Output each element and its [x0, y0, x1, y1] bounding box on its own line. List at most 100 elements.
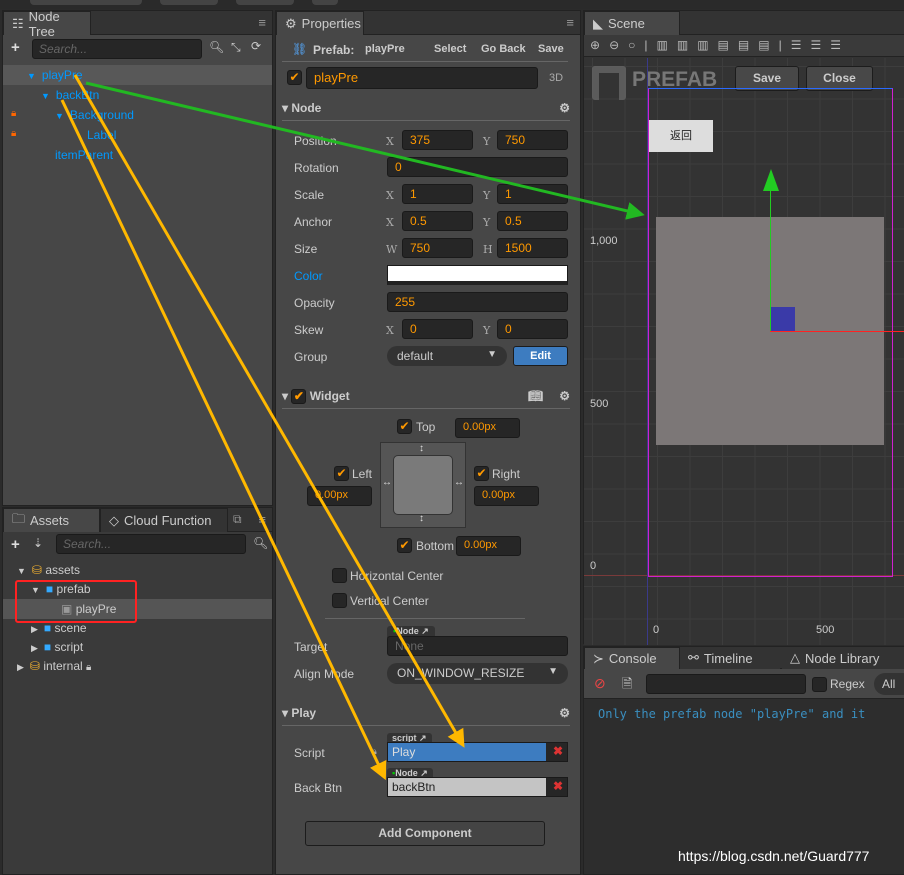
scale-y-input[interactable]: 1 [497, 184, 568, 204]
bottom-input[interactable]: 0.00px [456, 536, 521, 556]
toolbar-button[interactable] [236, 0, 294, 5]
align-top-icon[interactable]: ▥ [657, 38, 677, 52]
search-icon[interactable]: 🔍︎ [253, 536, 268, 550]
asset-search-input[interactable]: Search... [56, 534, 246, 554]
align-bottom-icon[interactable]: ▥ [697, 38, 717, 52]
tab-node-library[interactable]: △ Node Library [782, 647, 904, 669]
tab-assets[interactable]: 🗀 Assets [3, 508, 100, 532]
color-swatch[interactable] [387, 265, 568, 285]
position-x-input[interactable]: 375 [402, 130, 473, 150]
popout-icon[interactable]: ⧉ [233, 512, 242, 527]
anchor-y-input[interactable]: 0.5 [497, 211, 568, 231]
add-node-button[interactable]: + [11, 39, 20, 56]
tab-properties[interactable]: ⚙ Properties [276, 11, 364, 35]
align-left-icon[interactable]: ▤ [718, 38, 738, 52]
collapse-icon[interactable]: ⤡ [231, 40, 241, 55]
align-right-icon[interactable]: ▤ [758, 38, 778, 52]
widget-section-header[interactable]: ▾ ✔ Widget ⚙ 📖︎ [282, 383, 570, 409]
node-name-input[interactable]: playPre [306, 67, 538, 89]
sort-icon[interactable]: ⇣ [33, 536, 43, 550]
tree-item-itemParent[interactable]: itemParent [55, 145, 113, 165]
toolbar-button[interactable] [30, 0, 142, 5]
lock-icon[interactable]: 🔒︎ [11, 108, 16, 119]
asset-item-assets[interactable]: ▼ ⛁ assets [17, 560, 80, 580]
tab-timeline[interactable]: ⚯ Timeline [680, 647, 780, 669]
gizmo-center-handle[interactable] [771, 307, 795, 331]
back-button-node[interactable]: 返回 [649, 120, 713, 152]
target-input[interactable]: None [387, 636, 568, 656]
scene-viewport[interactable]: PREFAB Save Close 返回 1,000 500 0 0 500 [584, 58, 904, 645]
skew-x-input[interactable]: 0 [402, 319, 473, 339]
add-component-button[interactable]: Add Component [305, 821, 545, 846]
toolbar-button[interactable] [312, 0, 338, 5]
bottom-checkbox[interactable]: ✔ [397, 538, 412, 553]
log-level-select[interactable]: All [874, 673, 904, 695]
prefab-select-button[interactable]: Select [434, 43, 466, 55]
panel-menu-icon[interactable]: ≡ [566, 15, 574, 30]
node-active-checkbox[interactable]: ✔ [287, 70, 302, 85]
right-checkbox[interactable]: ✔ [474, 466, 489, 481]
node-search-input[interactable]: Search... [32, 39, 202, 59]
right-input[interactable]: 0.00px [474, 486, 539, 506]
align-mode-select[interactable]: ON_WINDOW_RESIZE ▼ [387, 663, 568, 684]
search-icon[interactable]: 🔍︎ [209, 40, 224, 54]
panel-menu-icon[interactable]: ≡ [258, 512, 266, 527]
asset-item-internal[interactable]: ▶ ⛁ internal 🔒︎ [17, 656, 91, 676]
group-edit-button[interactable]: Edit [513, 346, 568, 366]
group-select[interactable]: default ▼ [387, 346, 507, 366]
panel-menu-icon[interactable]: ≡ [258, 15, 266, 30]
tree-item-background[interactable]: ▼ Background [55, 105, 134, 125]
align-vcenter-icon[interactable]: ▥ [677, 38, 697, 52]
script-field[interactable]: Play ✖ [387, 742, 568, 762]
clear-icon[interactable]: ⊘ [594, 675, 606, 692]
anchor-x-input[interactable]: 0.5 [402, 211, 473, 231]
log-file-icon[interactable]: 🗎︎ [622, 675, 632, 697]
distribute-icon[interactable]: ☰ [830, 38, 850, 52]
widget-enabled-checkbox[interactable]: ✔ [291, 389, 307, 405]
tree-item-playPre[interactable]: ▼ playPre [27, 65, 83, 85]
regex-checkbox[interactable] [812, 677, 827, 692]
top-input[interactable]: 0.00px [455, 418, 520, 438]
remove-icon[interactable]: ✖ [553, 779, 563, 793]
vertical-center-checkbox[interactable] [332, 593, 347, 608]
size-w-input[interactable]: 750 [402, 238, 473, 258]
tab-console[interactable]: ≻ Console [584, 647, 680, 669]
distribute-icon[interactable]: ☰ [791, 38, 811, 52]
tab-cloud-function[interactable]: ◇ Cloud Function [100, 508, 228, 532]
left-checkbox[interactable]: ✔ [334, 466, 349, 481]
scale-label: Scale [294, 188, 325, 202]
prefab-save-button[interactable]: Save [538, 43, 564, 55]
zoom-in-icon[interactable]: ⊕ [590, 38, 609, 52]
refresh-icon[interactable]: ⟳ [251, 39, 261, 53]
left-input[interactable]: 0.00px [307, 486, 372, 506]
prefab-go-back-button[interactable]: Go Back [481, 43, 526, 55]
skew-y-input[interactable]: 0 [497, 319, 568, 339]
opacity-input[interactable]: 255 [387, 292, 568, 312]
tree-item-backBtn[interactable]: ▼ backBtn [41, 85, 99, 105]
gizmo-x-axis[interactable] [770, 331, 904, 332]
lock-icon[interactable]: 🔒︎ [11, 128, 16, 139]
back-btn-field[interactable]: backBtn ✖ [387, 777, 568, 797]
3d-toggle[interactable]: 3D [549, 72, 563, 84]
tab-scene[interactable]: ◣ Scene [584, 11, 680, 35]
distribute-icon[interactable]: ☰ [810, 38, 830, 52]
rotation-input[interactable]: 0 [387, 157, 568, 177]
scale-x-input[interactable]: 1 [402, 184, 473, 204]
horizontal-center-checkbox[interactable] [332, 568, 347, 583]
asset-item-script[interactable]: ▶ ■ script [31, 637, 83, 657]
tree-item-label[interactable]: Label [87, 125, 116, 145]
align-hcenter-icon[interactable]: ▤ [738, 38, 758, 52]
remove-icon[interactable]: ✖ [553, 744, 563, 758]
size-h-input[interactable]: 1500 [497, 238, 568, 258]
zoom-out-icon[interactable]: ⊖ [609, 38, 628, 52]
toolbar-button[interactable] [160, 0, 218, 5]
add-asset-button[interactable]: + [11, 536, 20, 553]
top-checkbox[interactable]: ✔ [397, 419, 412, 434]
zoom-reset-icon[interactable]: ○ [628, 38, 644, 52]
play-section-header[interactable]: ▾ Play ⚙ [282, 700, 570, 726]
node-section-header[interactable]: ▾ Node ⚙ [282, 95, 570, 121]
gizmo-y-arrow-icon[interactable] [763, 169, 779, 191]
tab-node-tree[interactable]: ☷ Node Tree [3, 9, 91, 39]
position-y-input[interactable]: 750 [497, 130, 568, 150]
console-filter-input[interactable] [646, 674, 806, 694]
